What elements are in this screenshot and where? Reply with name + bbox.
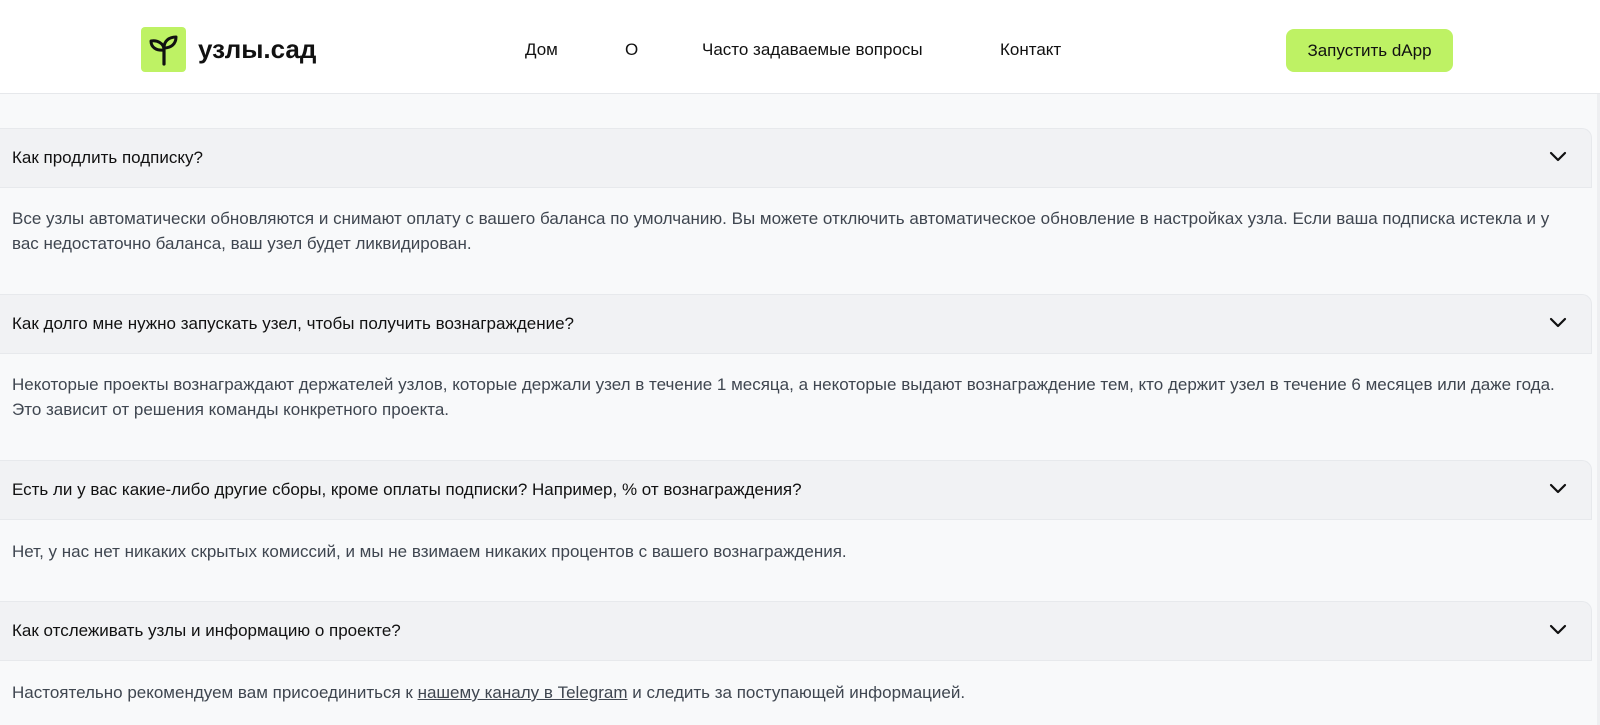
nav-contact[interactable]: Контакт xyxy=(1000,39,1061,61)
chevron-down-icon xyxy=(1549,151,1567,162)
faq-answer-4: Настоятельно рекомендуем вам присоединит… xyxy=(12,680,1572,705)
faq-answer-2: Некоторые проекты вознаграждают держател… xyxy=(12,375,1555,419)
faq-question-2[interactable]: Как долго мне нужно запускать узел, чтоб… xyxy=(0,294,1592,354)
telegram-channel-link[interactable]: нашему каналу в Telegram xyxy=(418,683,628,702)
faq-question-text: Как долго мне нужно запускать узел, чтоб… xyxy=(12,314,574,333)
launch-dapp-button[interactable]: Запустить dApp xyxy=(1286,29,1453,72)
faq-answer-text: и следить за поступающей информацией. xyxy=(627,683,966,702)
faq-question-text: Как продлить подписку? xyxy=(12,148,203,167)
faq-question-3[interactable]: Есть ли у вас какие-либо другие сборы, к… xyxy=(0,460,1592,520)
faq-answer-1: Все узлы автоматически обновляются и сни… xyxy=(12,209,1550,253)
site-header: узлы.сад Дом О Часто задаваемые вопросы … xyxy=(0,0,1600,94)
faq-question-1[interactable]: Как продлить подписку? xyxy=(0,128,1592,188)
faq-question-text: Есть ли у вас какие-либо другие сборы, к… xyxy=(12,480,802,499)
nav-home[interactable]: Дом xyxy=(525,39,558,61)
chevron-down-icon xyxy=(1549,317,1567,328)
faq-answer-3: Нет, у нас нет никаких скрытых комиссий,… xyxy=(12,542,847,561)
nav-about[interactable]: О xyxy=(625,39,638,61)
sprout-icon xyxy=(149,35,177,66)
nav-faq[interactable]: Часто задаваемые вопросы xyxy=(702,39,923,61)
chevron-down-icon xyxy=(1549,624,1567,635)
logo[interactable] xyxy=(141,27,186,72)
faq-question-text: Как отслеживать узлы и информацию о прое… xyxy=(12,621,401,640)
faq-question-4[interactable]: Как отслеживать узлы и информацию о прое… xyxy=(0,601,1592,661)
brand-name[interactable]: узлы.сад xyxy=(198,33,316,65)
chevron-down-icon xyxy=(1549,483,1567,494)
faq-answer-text: Настоятельно рекомендуем вам присоединит… xyxy=(12,683,418,702)
